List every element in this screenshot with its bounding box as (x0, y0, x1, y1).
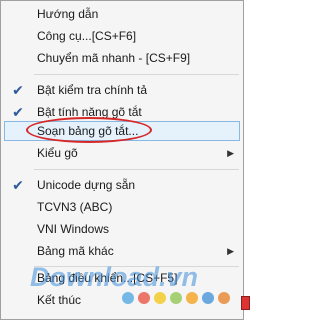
watermark-dot (138, 292, 150, 304)
watermark-logo: Download.vn (30, 262, 198, 292)
watermark-dot (202, 292, 214, 304)
checkmark-icon: ✔ (12, 104, 24, 120)
menu-item-cong-cu[interactable]: Công cụ...[CS+F6] (4, 26, 240, 46)
menu-item-label: Bật kiểm tra chính tả (37, 83, 148, 97)
menu-separator (34, 169, 239, 170)
menu-item-bang-ma-khac[interactable]: Bảng mã khác ▶ (4, 241, 240, 261)
menu-item-kieu-go[interactable]: Kiểu gõ ▶ (4, 143, 240, 163)
checkmark-icon: ✔ (12, 177, 24, 193)
menu-item-label: Bảng mã khác (37, 244, 114, 258)
menu-item-label: TCVN3 (ABC) (37, 200, 113, 214)
window-edge-fragment (241, 296, 250, 310)
annotation-circle (26, 117, 152, 143)
menu-item-label: Kiểu gõ (37, 146, 78, 160)
menu-item-huong-dan[interactable]: Hướng dẫn (4, 4, 240, 24)
menu-separator (34, 74, 239, 75)
menu-item-unicode-dung-san[interactable]: ✔ Unicode dựng sẵn (4, 175, 240, 195)
watermark-dot (122, 292, 134, 304)
menu-item-vni-windows[interactable]: VNI Windows (4, 219, 240, 239)
menu-item-label: Công cụ...[CS+F6] (37, 29, 137, 43)
watermark-dot (154, 292, 166, 304)
submenu-arrow-icon: ▶ (227, 148, 234, 158)
menu-item-chuyen-ma-nhanh[interactable]: Chuyển mã nhanh - [CS+F9] (4, 48, 240, 68)
watermark-dot (186, 292, 198, 304)
watermark-dot (170, 292, 182, 304)
menu-item-label: Hướng dẫn (37, 7, 99, 21)
menu-item-label: Kết thúc (37, 293, 82, 307)
menu-item-label: Unicode dựng sẵn (37, 178, 136, 192)
submenu-arrow-icon: ▶ (227, 246, 234, 256)
menu-item-tcvn3[interactable]: TCVN3 (ABC) (4, 197, 240, 217)
watermark-dot (218, 292, 230, 304)
menu-item-bat-kiem-tra-chinh-ta[interactable]: ✔ Bật kiểm tra chính tả (4, 80, 240, 100)
checkmark-icon: ✔ (12, 82, 24, 98)
menu-item-label: Chuyển mã nhanh - [CS+F9] (37, 51, 191, 65)
menu-item-label: VNI Windows (37, 222, 110, 236)
